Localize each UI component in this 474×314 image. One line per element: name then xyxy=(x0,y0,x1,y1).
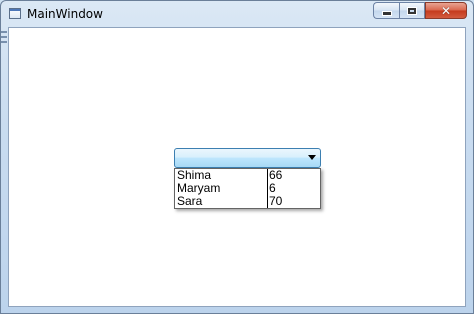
close-icon: ✕ xyxy=(440,3,452,18)
maximize-button[interactable] xyxy=(399,2,425,19)
maximize-icon xyxy=(407,6,417,15)
list-item[interactable]: Sara 70 xyxy=(175,195,320,208)
app-window-icon[interactable] xyxy=(9,8,21,19)
minimize-button[interactable] xyxy=(373,2,399,19)
dropdown-arrow-icon[interactable] xyxy=(308,155,316,160)
combobox-dropdown-list: Shima 66 Maryam 6 Sara 70 xyxy=(174,168,321,209)
window-title: MainWindow xyxy=(27,7,103,21)
caption-buttons: ✕ xyxy=(373,2,467,20)
bottom-frame xyxy=(8,307,466,311)
item-name: Sara xyxy=(175,195,268,208)
window-edge-marks xyxy=(1,31,7,45)
item-value: 70 xyxy=(269,194,283,208)
combobox[interactable] xyxy=(174,148,321,168)
close-button[interactable]: ✕ xyxy=(425,2,467,19)
minimize-icon xyxy=(381,10,392,16)
title-bar[interactable]: MainWindow ✕ xyxy=(1,1,473,27)
